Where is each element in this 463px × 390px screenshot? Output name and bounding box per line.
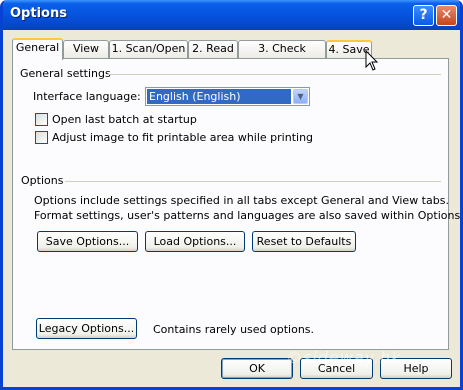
title-bar[interactable]: Options ? ✕ (3, 0, 460, 30)
interface-language-label: Interface language: (33, 90, 141, 103)
help-icon[interactable]: ? (413, 5, 434, 26)
watermark: ©sideway.hk (286, 348, 402, 367)
chevron-down-icon[interactable]: ▼ (293, 89, 308, 104)
interface-language-select[interactable]: English (English) ▼ (145, 87, 310, 106)
options-heading: Options (21, 174, 64, 187)
load-options-button[interactable]: Load Options... (145, 231, 245, 252)
legacy-options-button[interactable]: Legacy Options... (36, 318, 137, 339)
adjust-image-checkbox[interactable] (35, 131, 48, 144)
options-dialog: Options ? ✕ General View 1. Scan/Open 2.… (0, 0, 463, 390)
window-title: Options (10, 6, 67, 21)
open-last-batch-label: Open last batch at startup (52, 113, 197, 126)
open-last-batch-checkbox[interactable] (35, 113, 48, 126)
legacy-options-description: Contains rarely used options. (153, 323, 315, 336)
general-settings-heading: General settings (20, 67, 111, 80)
mouse-cursor-icon (365, 50, 379, 71)
options-description-line2: Format settings, user's patterns and lan… (34, 209, 463, 222)
options-description-line1: Options include settings specified in al… (34, 194, 449, 207)
interface-language-value: English (English) (147, 89, 291, 104)
options-divider (65, 181, 441, 182)
ok-button[interactable]: OK (221, 358, 293, 379)
tab-scan-open[interactable]: 1. Scan/Open (109, 40, 188, 58)
adjust-image-label: Adjust image to fit printable area while… (52, 131, 314, 144)
tab-view[interactable]: View (63, 40, 109, 58)
tab-read[interactable]: 2. Read (188, 40, 238, 58)
tab-general[interactable]: General (12, 38, 63, 60)
general-settings-divider (107, 74, 441, 75)
reset-to-defaults-button[interactable]: Reset to Defaults (252, 231, 356, 252)
save-options-button[interactable]: Save Options... (37, 231, 138, 252)
tab-check-spelling[interactable]: 3. Check Spelling (238, 40, 326, 71)
close-icon[interactable]: ✕ (436, 5, 457, 26)
